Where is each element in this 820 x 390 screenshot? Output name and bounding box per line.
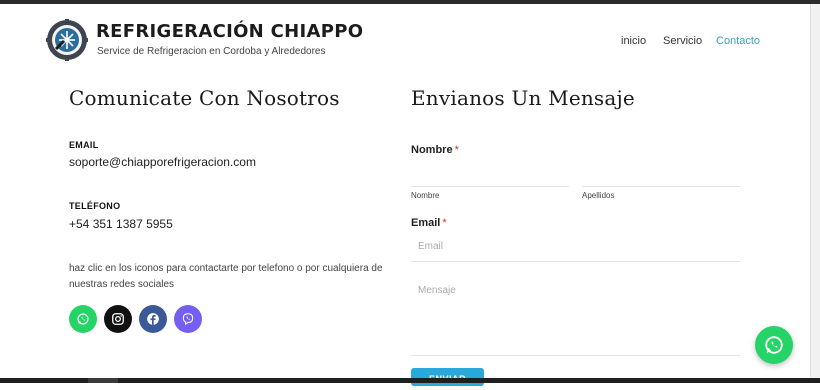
email-form-label-text: Email <box>411 217 441 229</box>
floating-whatsapp-button[interactable] <box>755 326 793 364</box>
instagram-button[interactable] <box>104 305 132 333</box>
last-name-input[interactable] <box>582 186 740 187</box>
email-form-label: Email * <box>411 217 447 229</box>
taskbar <box>0 378 820 383</box>
facebook-button[interactable] <box>139 305 167 333</box>
last-name-sublabel: Apellidos <box>582 191 615 200</box>
required-mark: * <box>442 217 447 229</box>
scrollbar[interactable] <box>810 4 820 378</box>
nav-contacto[interactable]: Contacto <box>716 35 760 47</box>
required-mark: * <box>454 144 459 156</box>
email-input[interactable]: Email <box>418 241 443 252</box>
social-blurb: haz clic en los iconos para contactarte … <box>69 263 383 290</box>
window-top-bar <box>0 0 820 4</box>
facebook-icon <box>147 313 159 325</box>
taskbar-item[interactable] <box>88 378 118 383</box>
viber-button[interactable] <box>174 305 202 333</box>
contact-title: Comunicate Con Nosotros <box>69 86 340 110</box>
form-title: Envianos Un Mensaje <box>411 86 635 110</box>
nav-inicio[interactable]: inicio <box>621 35 646 47</box>
message-underline <box>411 355 740 356</box>
submit-button[interactable]: ENVIAR <box>411 368 484 386</box>
viber-icon <box>182 313 194 326</box>
email-input-underline <box>411 261 740 262</box>
nav-servicio[interactable]: Servicio <box>663 35 702 47</box>
first-name-input[interactable] <box>411 186 569 187</box>
email-label: EMAIL <box>69 140 99 150</box>
email-value[interactable]: soporte@chiapporefrigeracion.com <box>69 155 256 169</box>
instagram-icon <box>112 313 124 325</box>
whatsapp-icon <box>77 313 89 325</box>
whatsapp-button[interactable] <box>69 305 97 333</box>
phone-label: TELÉFONO <box>69 201 121 211</box>
first-name-sublabel: Nombre <box>411 191 440 200</box>
brand-title[interactable]: REFRIGERACIÓN CHIAPPO <box>96 21 363 42</box>
brand-logo[interactable] <box>46 19 88 61</box>
name-label: Nombre * <box>411 144 459 156</box>
brand-subtitle: Service de Refrigeracion en Cordoba y Al… <box>97 46 326 57</box>
name-label-text: Nombre <box>411 144 453 156</box>
message-textarea[interactable]: Mensaje <box>418 285 456 296</box>
phone-value[interactable]: +54 351 1387 5955 <box>69 217 173 231</box>
whatsapp-icon <box>765 336 783 354</box>
